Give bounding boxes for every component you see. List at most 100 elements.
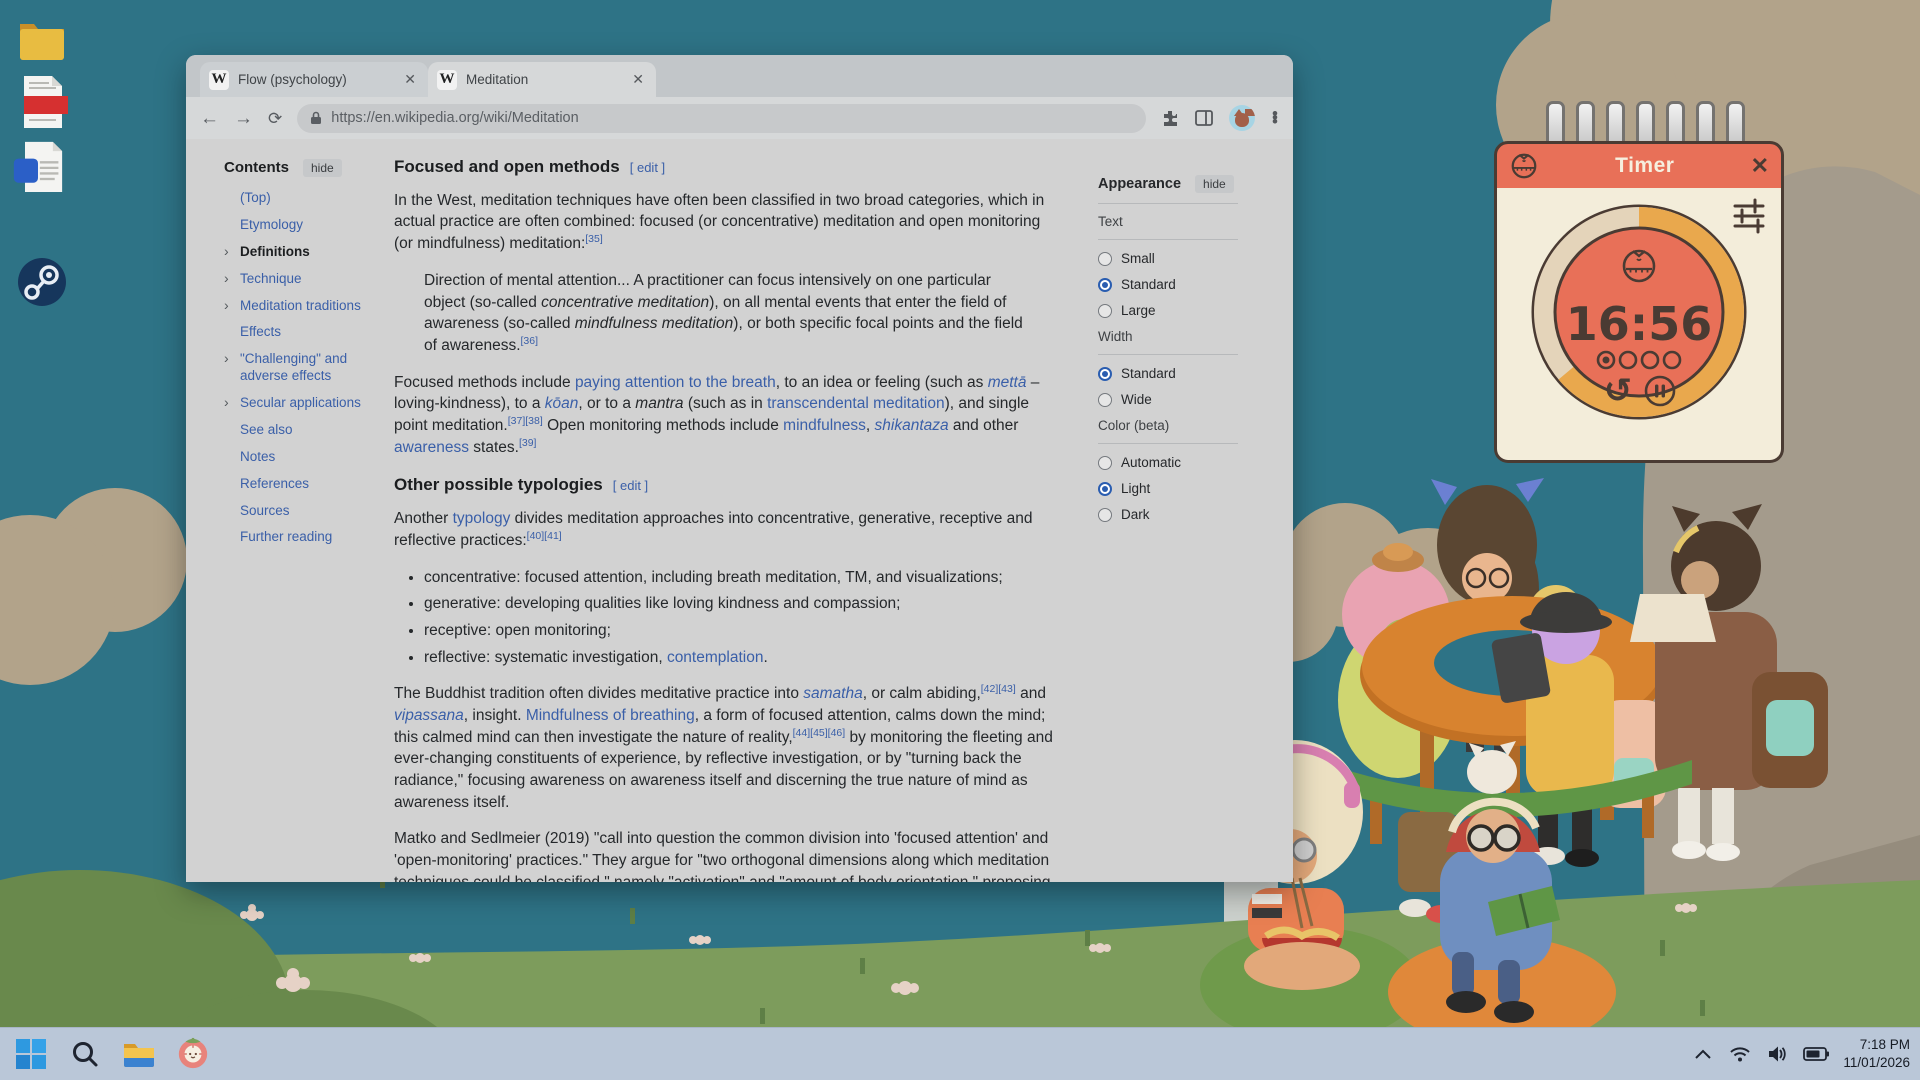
tab-flow-psychology[interactable]: W Flow (psychology) ✕ (200, 62, 428, 97)
toc-item-notes: Notes (224, 449, 392, 466)
width-label: Width (1098, 329, 1238, 344)
radio-width-standard[interactable]: Standard (1098, 366, 1238, 381)
radio-color-dark[interactable]: Dark (1098, 507, 1238, 522)
clock-date: 11/01/2026 (1843, 1054, 1910, 1072)
appearance-panel: Appearance hide Text Small Standard Large… (1098, 175, 1238, 533)
toc-item-references: References (224, 476, 392, 493)
wiki-link[interactable]: Mindfulness of breathing (526, 707, 695, 724)
wiki-link[interactable]: [35] (585, 233, 603, 245)
close-icon[interactable]: ✕ (400, 70, 420, 89)
profile-avatar[interactable] (1229, 105, 1255, 131)
wikipedia-favicon: W (437, 70, 457, 90)
radio-icon[interactable] (1098, 252, 1112, 266)
wiki-link[interactable]: [37][38] (508, 415, 543, 427)
radio-color-automatic[interactable]: Automatic (1098, 455, 1238, 470)
wiki-link[interactable]: [40][41] (527, 530, 562, 542)
tomato-icon (1509, 151, 1539, 181)
timer-header[interactable]: Timer ✕ (1494, 141, 1784, 191)
appearance-hide-button[interactable]: hide (1195, 175, 1234, 193)
edit-link[interactable]: [ edit ] (613, 478, 648, 493)
edit-link[interactable]: [ edit ] (630, 160, 665, 175)
wiki-link[interactable]: mettā (988, 374, 1027, 391)
tab-strip: W Flow (psychology) ✕ W Meditation ✕ (186, 55, 1293, 97)
wiki-link[interactable]: paying attention to the breath (575, 374, 776, 391)
radio-text-large[interactable]: Large (1098, 303, 1238, 318)
browser-toolbar: ← → ⟳ https://en.wikipedia.org/wiki/Medi… (186, 97, 1293, 139)
extensions-puzzle-icon[interactable] (1161, 109, 1179, 127)
timer-title: Timer (1539, 154, 1751, 178)
paragraph: Matko and Sedlmeier (2019) "call into qu… (394, 828, 1056, 882)
wiki-link[interactable]: [39] (519, 437, 537, 449)
tray-chevron-icon[interactable] (1691, 1037, 1715, 1071)
color-label: Color (beta) (1098, 418, 1238, 433)
list-item: receptive: open monitoring; (424, 620, 1056, 642)
text-size-label: Text (1098, 214, 1238, 229)
forward-icon[interactable]: → (234, 109, 253, 128)
wiki-link[interactable]: [42][43] (981, 683, 1016, 695)
paragraph: In the West, meditation techniques have … (394, 190, 1056, 255)
explorer-icon[interactable] (122, 1037, 156, 1071)
radio-selected-icon[interactable] (1098, 482, 1112, 496)
list-item: concentrative: focused attention, includ… (424, 567, 1056, 589)
desktop-steam-icon[interactable] (16, 256, 68, 308)
wiki-link[interactable]: typology (453, 510, 511, 527)
toc-item-challenging: "Challenging" and adverse effects (224, 351, 392, 385)
lock-icon (310, 111, 322, 125)
desktop-doc-file-icon[interactable] (12, 140, 64, 192)
back-icon[interactable]: ← (200, 109, 219, 128)
desktop-folder-icon[interactable] (16, 14, 68, 66)
start-button[interactable] (14, 1037, 48, 1071)
radio-icon[interactable] (1098, 508, 1112, 522)
tab-meditation[interactable]: W Meditation ✕ (428, 62, 656, 97)
list-item: reflective: systematic investigation, co… (424, 647, 1056, 669)
wiki-link[interactable]: shikantaza (875, 417, 949, 434)
desktop-pdf-file-icon[interactable] (16, 74, 68, 126)
wiki-link[interactable]: mindfulness (783, 417, 866, 434)
tab-title: Flow (psychology) (238, 72, 391, 87)
radio-icon[interactable] (1098, 456, 1112, 470)
restart-icon[interactable]: ↺ (1604, 371, 1633, 411)
taskbar: 7:18 PM 11/01/2026 (0, 1028, 1920, 1080)
list-item: generative: developing qualities like lo… (424, 593, 1056, 615)
wiki-link[interactable]: transcendental meditation (767, 395, 945, 412)
radio-text-small[interactable]: Small (1098, 251, 1238, 266)
wiki-link[interactable]: [36] (521, 335, 539, 347)
reload-icon[interactable]: ⟳ (268, 110, 282, 127)
paragraph: Focused methods include paying attention… (394, 372, 1056, 459)
timer-dial: 16:56 ↺ (1527, 200, 1751, 424)
toc-item-meditation-traditions: Meditation traditions (224, 298, 392, 315)
timer-close-button[interactable]: ✕ (1751, 153, 1769, 179)
menu-dots-icon[interactable]: ••• (1271, 112, 1279, 124)
wiki-link[interactable]: kōan (545, 395, 579, 412)
volume-icon[interactable] (1765, 1037, 1789, 1071)
side-panel-icon[interactable] (1195, 110, 1213, 126)
wifi-icon[interactable] (1728, 1037, 1752, 1071)
toc-item-see-also: See also (224, 422, 392, 439)
toc-hide-button[interactable]: hide (303, 159, 342, 177)
search-icon[interactable] (68, 1037, 102, 1071)
url-bar[interactable]: https://en.wikipedia.org/wiki/Meditation (297, 104, 1146, 133)
wiki-link[interactable]: samatha (803, 685, 862, 702)
toc-item-further-reading: Further reading (224, 529, 392, 546)
close-icon[interactable]: ✕ (628, 70, 648, 89)
wikipedia-page: Contentshide (Top) Etymology Definitions… (186, 139, 1293, 882)
wiki-link[interactable]: [44][45][46] (793, 727, 846, 739)
tomato-app-icon[interactable] (176, 1037, 210, 1071)
radio-selected-icon[interactable] (1098, 367, 1112, 381)
toc-item-definitions: Definitions (224, 244, 392, 261)
table-of-contents: Contentshide (Top) Etymology Definitions… (224, 159, 392, 556)
wiki-link[interactable]: awareness (394, 439, 469, 456)
radio-icon[interactable] (1098, 393, 1112, 407)
toc-item-effects: Effects (224, 324, 392, 341)
wiki-link[interactable]: vipassana (394, 707, 464, 724)
taskbar-clock[interactable]: 7:18 PM 11/01/2026 (1843, 1036, 1910, 1071)
radio-selected-icon[interactable] (1098, 278, 1112, 292)
radio-color-light[interactable]: Light (1098, 481, 1238, 496)
wiki-link[interactable]: contemplation (667, 649, 764, 666)
radio-text-standard[interactable]: Standard (1098, 277, 1238, 292)
radio-width-wide[interactable]: Wide (1098, 392, 1238, 407)
battery-icon[interactable] (1802, 1037, 1830, 1071)
appearance-title: Appearance (1098, 176, 1181, 192)
toc-item-sources: Sources (224, 503, 392, 520)
radio-icon[interactable] (1098, 304, 1112, 318)
